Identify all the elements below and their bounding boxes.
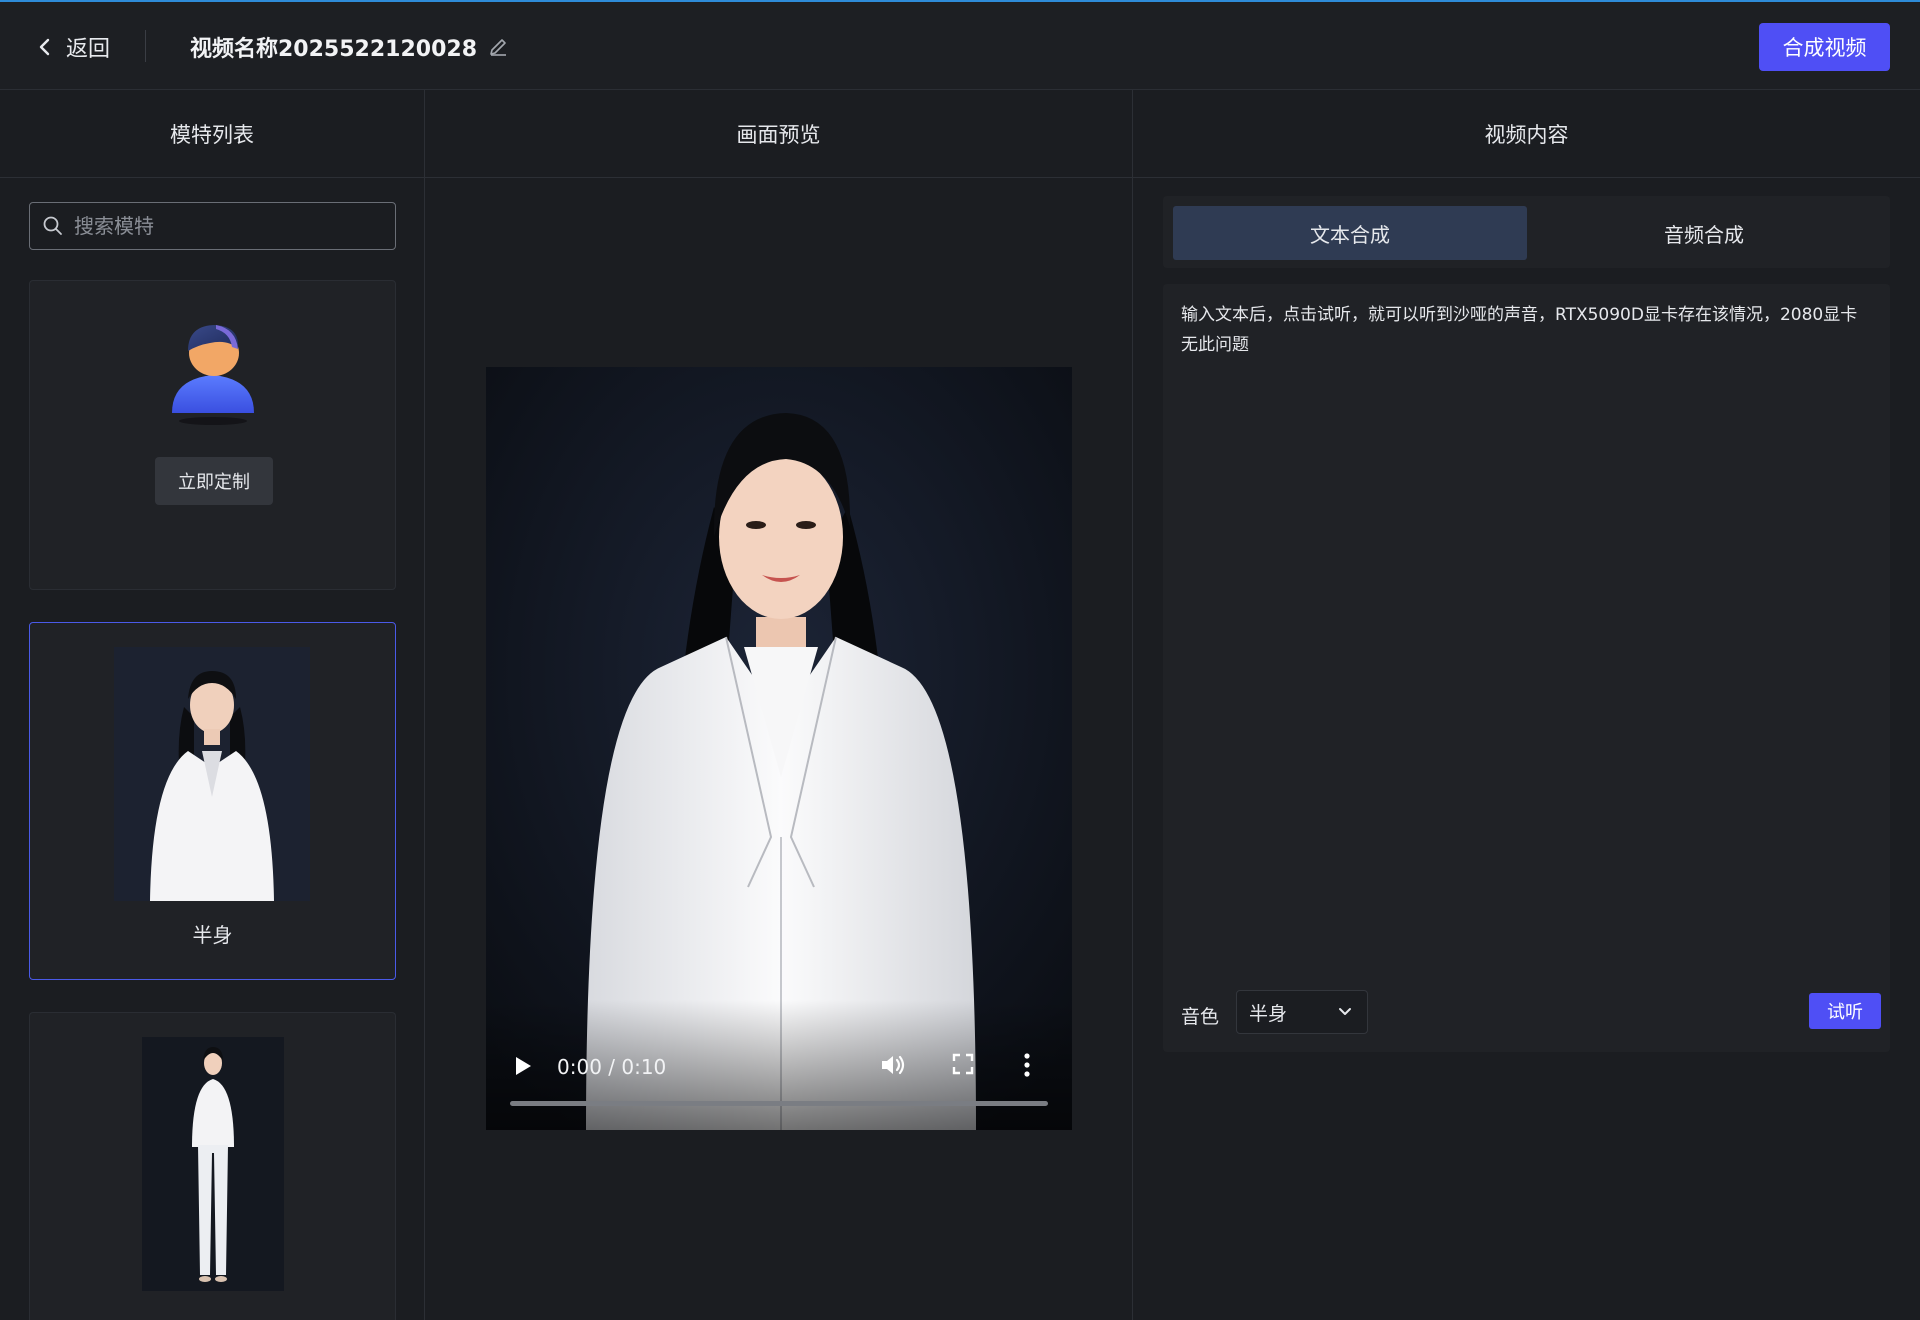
model-label: 半身 xyxy=(192,923,233,947)
custom-model-card[interactable]: 立即定制 xyxy=(29,280,396,590)
top-bar: 返回 视频名称2025522120028 合成视频 xyxy=(0,0,1920,90)
video-title-text: 视频名称2025522120028 xyxy=(190,37,477,62)
text-input-area: 输入文本后，点击试听，就可以听到沙哑的声音，RTX5090D显卡存在该情况，20… xyxy=(1163,284,1890,980)
model-thumbnail-half-body xyxy=(114,647,310,901)
play-icon[interactable] xyxy=(512,1054,534,1078)
model-thumbnail-full-body xyxy=(142,1037,284,1291)
model-list-panel: 模特列表 搜索模特 立即定制 半身 xyxy=(0,90,425,1320)
avatar-placeholder-icon xyxy=(158,309,268,429)
voice-settings-row: 音色 半身 试听 xyxy=(1163,980,1890,1052)
volume-icon[interactable] xyxy=(879,1052,907,1078)
model-search-box[interactable] xyxy=(29,202,396,250)
voice-select-value: 半身 xyxy=(1249,1002,1288,1025)
script-text-input[interactable]: 输入文本后，点击试听，就可以听到沙哑的声音，RTX5090D显卡存在该情况，20… xyxy=(1181,300,1871,700)
chevron-down-icon xyxy=(1339,1008,1351,1015)
video-content-panel: 视频内容 文本合成 音频合成 输入文本后，点击试听，就可以听到沙哑的声音，RTX… xyxy=(1133,90,1920,1320)
compose-video-button[interactable]: 合成视频 xyxy=(1759,23,1890,71)
video-progress-bar[interactable] xyxy=(510,1101,1048,1106)
voice-label: 音色 xyxy=(1181,1006,1220,1028)
tab-text-synthesis[interactable]: 文本合成 xyxy=(1173,206,1527,260)
preview-title: 画面预览 xyxy=(425,90,1132,178)
back-label: 返回 xyxy=(66,37,111,62)
model-card-half-body[interactable]: 半身 xyxy=(29,622,396,980)
synthesis-tabs: 文本合成 音频合成 xyxy=(1163,196,1890,268)
video-player[interactable]: 0:00 / 0:10 xyxy=(486,367,1072,1130)
video-controls: 0:00 / 0:10 xyxy=(486,1000,1072,1130)
voice-select[interactable]: 半身 xyxy=(1236,990,1368,1034)
app-window: 返回 视频名称2025522120028 合成视频 模特列表 搜索模特 立即定制… xyxy=(0,0,1920,1320)
back-button[interactable]: 返回 xyxy=(38,30,110,64)
video-time: 0:00 / 0:10 xyxy=(557,1055,667,1079)
tab-audio-synthesis[interactable]: 音频合成 xyxy=(1527,206,1881,260)
customize-now-button[interactable]: 立即定制 xyxy=(155,457,273,505)
preview-panel: 画面预览 0:00 / 0:10 xyxy=(425,90,1133,1320)
fullscreen-icon[interactable] xyxy=(952,1053,974,1075)
model-search-input[interactable] xyxy=(74,214,374,238)
listen-button[interactable]: 试听 xyxy=(1809,993,1881,1029)
model-list-title: 模特列表 xyxy=(0,90,424,178)
video-content-title: 视频内容 xyxy=(1133,90,1920,178)
search-icon xyxy=(43,216,62,235)
header-divider xyxy=(145,30,146,62)
model-card-full-body[interactable] xyxy=(29,1012,396,1320)
video-title: 视频名称2025522120028 xyxy=(190,30,509,64)
more-options-icon[interactable] xyxy=(1022,1052,1032,1078)
chevron-left-icon xyxy=(39,38,50,56)
edit-pencil-icon[interactable] xyxy=(487,36,509,58)
